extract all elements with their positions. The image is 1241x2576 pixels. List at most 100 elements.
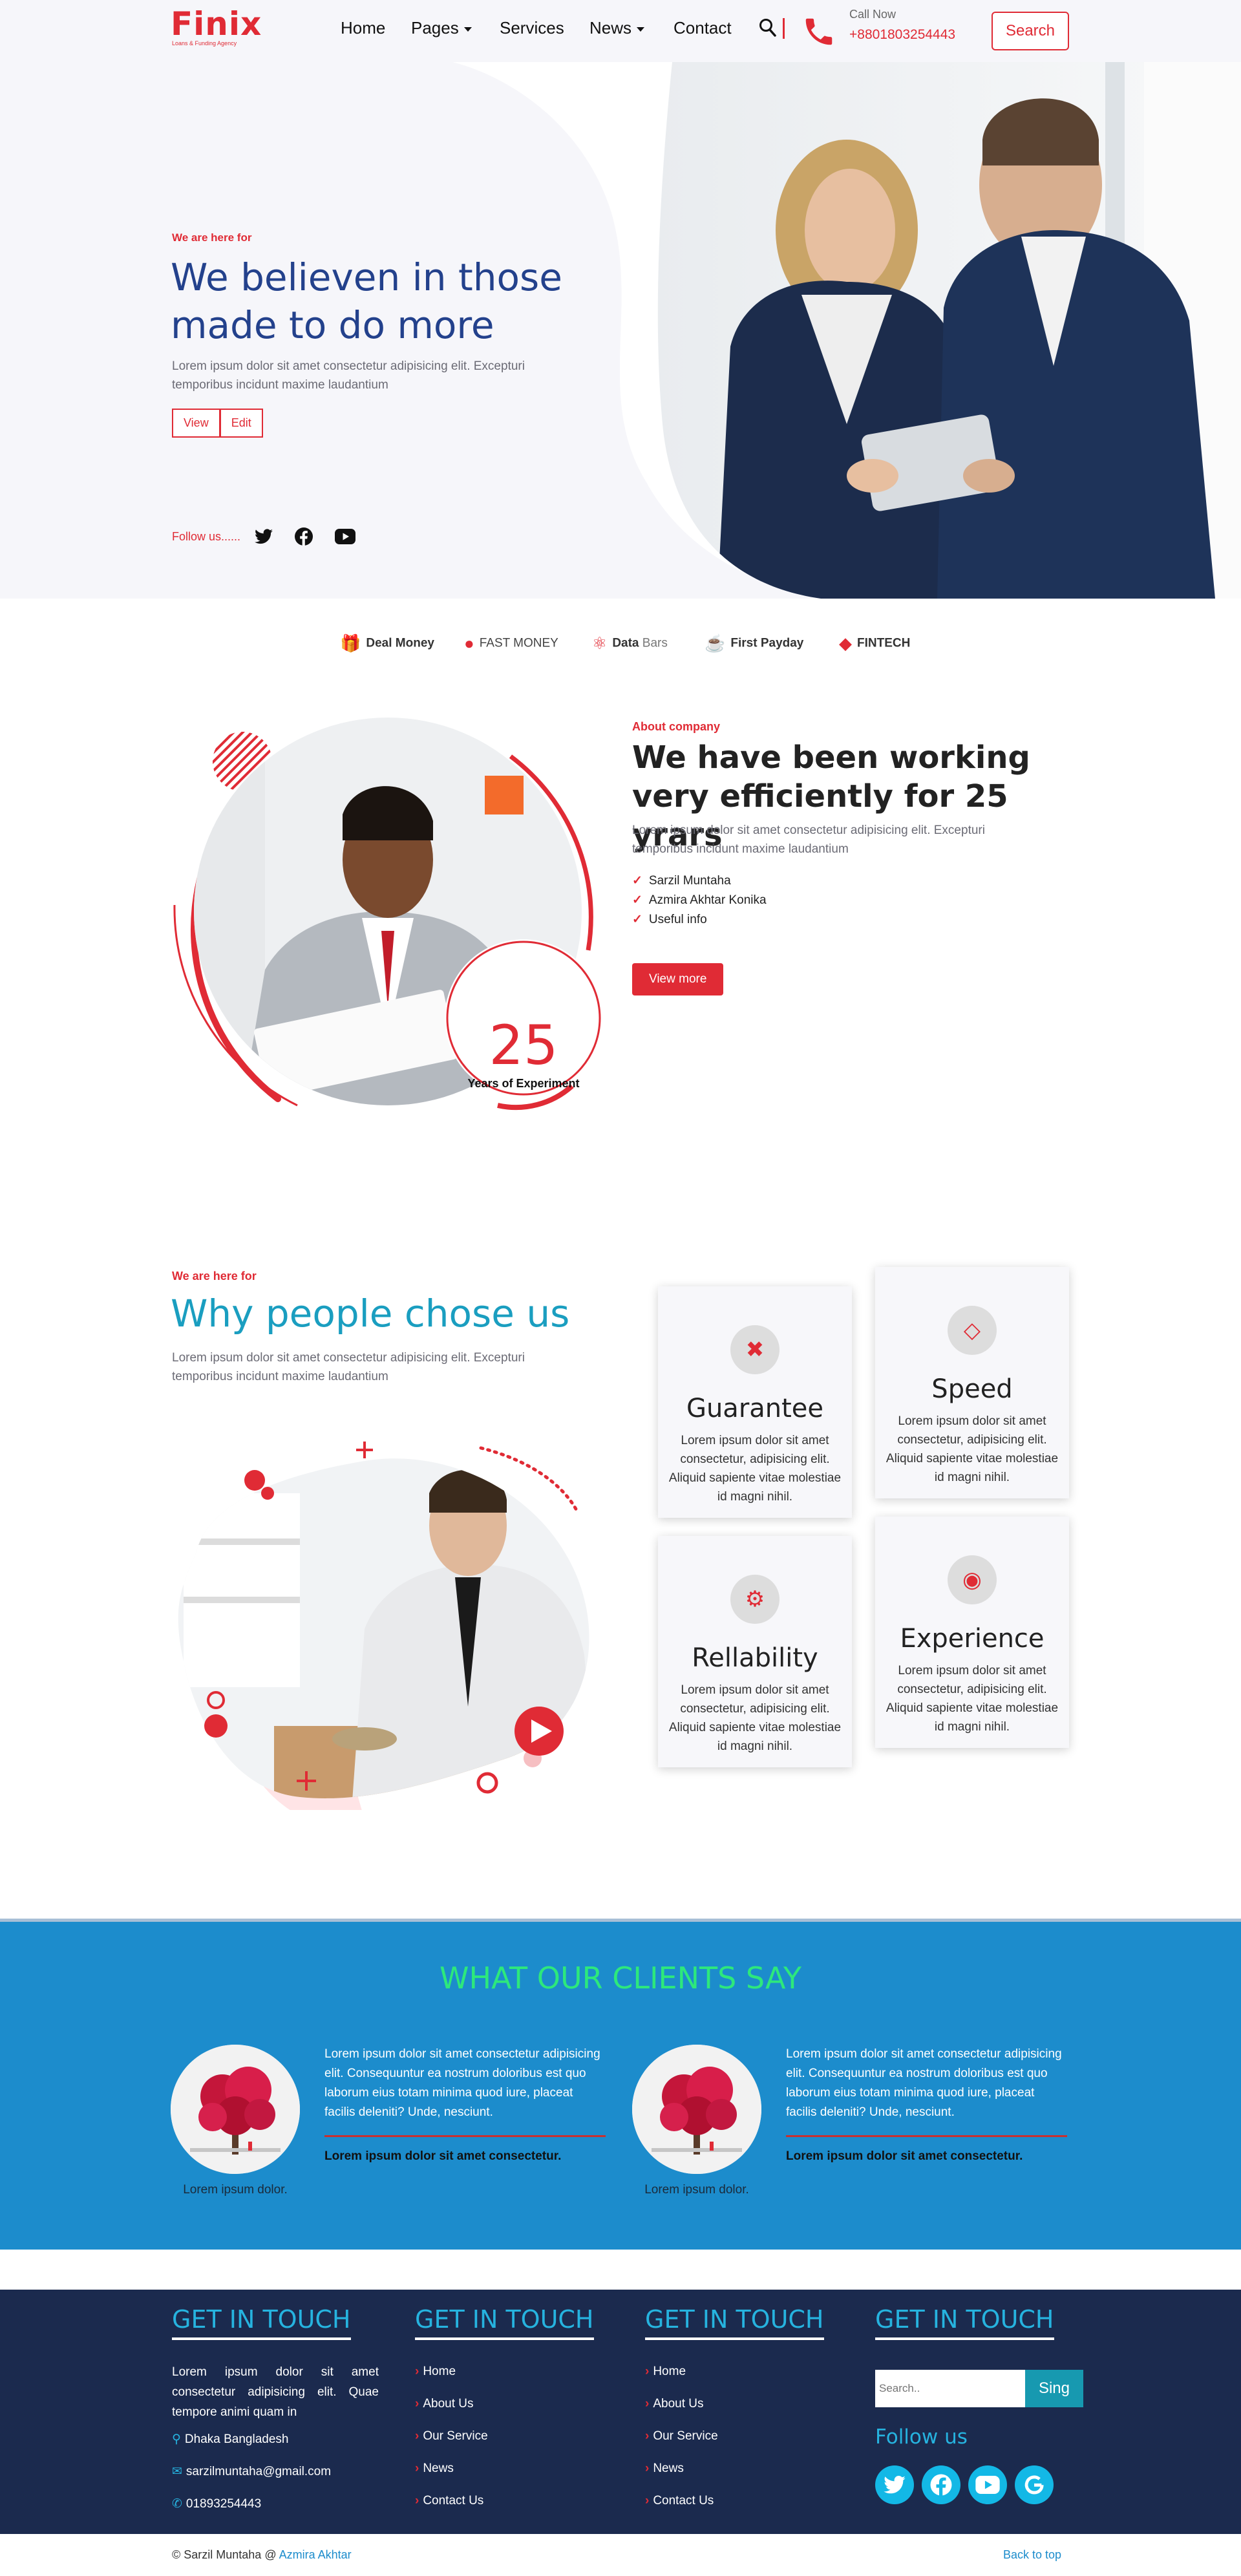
facebook-icon[interactable] — [295, 527, 313, 549]
back-to-top-link[interactable]: Back to top — [1003, 2548, 1061, 2562]
nav-news-label: News — [589, 18, 632, 37]
testimonial-author: Lorem ipsum dolor sit amet consectetur. — [324, 2149, 562, 2163]
footer-heading: GET IN TOUCH — [645, 2305, 824, 2340]
card-title: Speed — [931, 1374, 1013, 1404]
check-label: Azmira Akhtar Konika — [648, 893, 767, 907]
footer-email[interactable]: ✉ sarzilmuntaha@gmail.com — [172, 2464, 331, 2479]
link-label: Home — [423, 2365, 456, 2378]
footer: GET IN TOUCH GET IN TOUCH GET IN TOUCH G… — [0, 2290, 1241, 2534]
feature-card-reliability[interactable]: ⚙ Rellability Lorem ipsum dolor sit amet… — [658, 1536, 852, 1767]
footer-link-about[interactable]: › About Us — [645, 2397, 703, 2411]
check-icon: ✓ — [632, 913, 642, 926]
card-text: Lorem ipsum dolor sit amet consectetur, … — [668, 1683, 842, 1753]
card-title: Experience — [900, 1624, 1045, 1654]
why-title: Why people chose us — [171, 1292, 570, 1336]
nav-pages-label: Pages — [411, 18, 459, 37]
footer-link-home[interactable]: › Home — [415, 2365, 456, 2379]
nav-divider — [783, 18, 785, 39]
brand-name: First Payday — [730, 636, 804, 650]
footer-follow-label: Follow us — [875, 2425, 968, 2449]
brand-fast-money: ● FAST MONEY — [464, 633, 558, 654]
footer-link-service[interactable]: › Our Service — [415, 2429, 488, 2443]
google-icon[interactable] — [1015, 2465, 1054, 2504]
author-link[interactable]: Azmira Akhtar — [279, 2548, 352, 2561]
youtube-icon[interactable] — [968, 2465, 1007, 2504]
brand-name-bold: Data — [612, 636, 639, 650]
nav-news[interactable]: News — [589, 18, 645, 38]
feature-card-experience[interactable]: ◉ Experience Lorem ipsum dolor sit amet … — [875, 1517, 1069, 1748]
feature-card-guarantee[interactable]: ✖ Guarantee Lorem ipsum dolor sit amet c… — [658, 1286, 852, 1518]
card-text: Lorem ipsum dolor sit amet consectetur, … — [668, 1434, 842, 1504]
nav-contact[interactable]: Contact — [674, 18, 732, 38]
card-title: Guarantee — [686, 1394, 824, 1423]
footer-phone[interactable]: ✆ 01893254443 — [172, 2496, 261, 2511]
chevron-right-icon: › — [645, 2429, 650, 2443]
footer-search-button[interactable]: Sing — [1025, 2370, 1083, 2407]
search-button[interactable]: Search — [992, 12, 1069, 50]
edit-button[interactable]: Edit — [220, 409, 263, 438]
why-eyebrow: We are here for — [172, 1270, 257, 1283]
link-label: Contact Us — [423, 2494, 484, 2507]
chevron-right-icon: › — [415, 2365, 419, 2378]
hero-description: Lorem ipsum dolor sit amet consectetur a… — [172, 359, 525, 392]
brand-name-light: Bars — [639, 636, 668, 650]
twitter-icon[interactable] — [255, 529, 273, 548]
nav-services[interactable]: Services — [500, 18, 564, 38]
about-eyebrow: About company — [632, 720, 721, 733]
hero-eyebrow: We are here for — [172, 231, 252, 244]
call-number-link[interactable]: +8801803254443 — [849, 27, 955, 43]
youtube-icon[interactable] — [335, 529, 355, 548]
copyright: © Sarzil Muntaha @ Azmira Akhtar — [172, 2548, 352, 2562]
search-icon[interactable] — [759, 18, 777, 41]
chevron-right-icon: › — [645, 2462, 650, 2475]
footer-link-about[interactable]: › About Us — [415, 2397, 473, 2411]
logo-text: Finix — [171, 5, 262, 43]
envelope-icon: ✉ — [172, 2465, 182, 2478]
link-label: Our Service — [423, 2429, 488, 2443]
footer-heading: GET IN TOUCH — [415, 2305, 594, 2340]
guarantee-icon: ✖ — [730, 1325, 780, 1374]
link-label: News — [423, 2462, 454, 2475]
nav-pages[interactable]: Pages — [411, 18, 472, 38]
footer-link-contact[interactable]: › Contact Us — [645, 2494, 714, 2508]
feature-card-speed[interactable]: ◇ Speed Lorem ipsum dolor sit amet conse… — [875, 1267, 1069, 1498]
about-description: Lorem ipsum dolor sit amet consectetur a… — [632, 824, 985, 856]
check-item: ✓ Useful info — [632, 910, 767, 930]
why-description: Lorem ipsum dolor sit amet consectetur a… — [172, 1351, 525, 1383]
footer-heading: GET IN TOUCH — [875, 2305, 1054, 2340]
brand-name: FINTECH — [857, 636, 911, 650]
about-section: 25 Years of Experiment About company We … — [0, 711, 1241, 1138]
view-button[interactable]: View — [172, 409, 220, 438]
nav-home[interactable]: Home — [341, 18, 385, 38]
years-count: 25 — [489, 1014, 558, 1077]
footer-search-form: Sing — [875, 2370, 1083, 2407]
footer-address: ⚲ Dhaka Bangladesh — [172, 2432, 289, 2447]
testimonials-title: WHAT OUR CLIENTS SAY — [440, 1961, 801, 1996]
footer-link-service[interactable]: › Our Service — [645, 2429, 718, 2443]
brand-first-payday: ☕ First Payday — [705, 633, 803, 654]
chevron-right-icon: › — [415, 2494, 419, 2507]
facebook-icon[interactable] — [922, 2465, 960, 2504]
brand-logo[interactable]: Finix Loans & Funding Agency — [171, 8, 261, 54]
footer-link-news[interactable]: › News — [645, 2462, 684, 2476]
about-checklist: ✓ Sarzil Muntaha ✓ Azmira Akhtar Konika ✓ U… — [632, 871, 767, 930]
check-label: Useful info — [648, 913, 707, 926]
gift-icon: 🎁 — [340, 633, 361, 653]
check-item: ✓ Sarzil Muntaha — [632, 871, 767, 891]
footer-link-news[interactable]: › News — [415, 2462, 454, 2476]
client-caption: Lorem ipsum dolor. — [183, 2183, 288, 2197]
footer-link-contact[interactable]: › Contact Us — [415, 2494, 483, 2508]
phone-icon — [801, 14, 836, 52]
twitter-icon[interactable] — [875, 2465, 914, 2504]
years-label: Years of Experiment — [467, 1077, 580, 1090]
call-label: Call Now — [849, 8, 896, 21]
brand-name: Deal Money — [366, 636, 434, 650]
address-text: Dhaka Bangladesh — [184, 2432, 289, 2446]
view-more-button[interactable]: View more — [632, 963, 724, 995]
footer-search-input[interactable] — [875, 2370, 1025, 2407]
footer-about-text: Lorem ipsum dolor sit amet consectetur a… — [172, 2365, 379, 2419]
check-item: ✓ Azmira Akhtar Konika — [632, 891, 767, 910]
diamond-icon: ◆ — [839, 633, 852, 653]
link-label: About Us — [423, 2397, 474, 2411]
footer-link-home[interactable]: › Home — [645, 2365, 686, 2379]
